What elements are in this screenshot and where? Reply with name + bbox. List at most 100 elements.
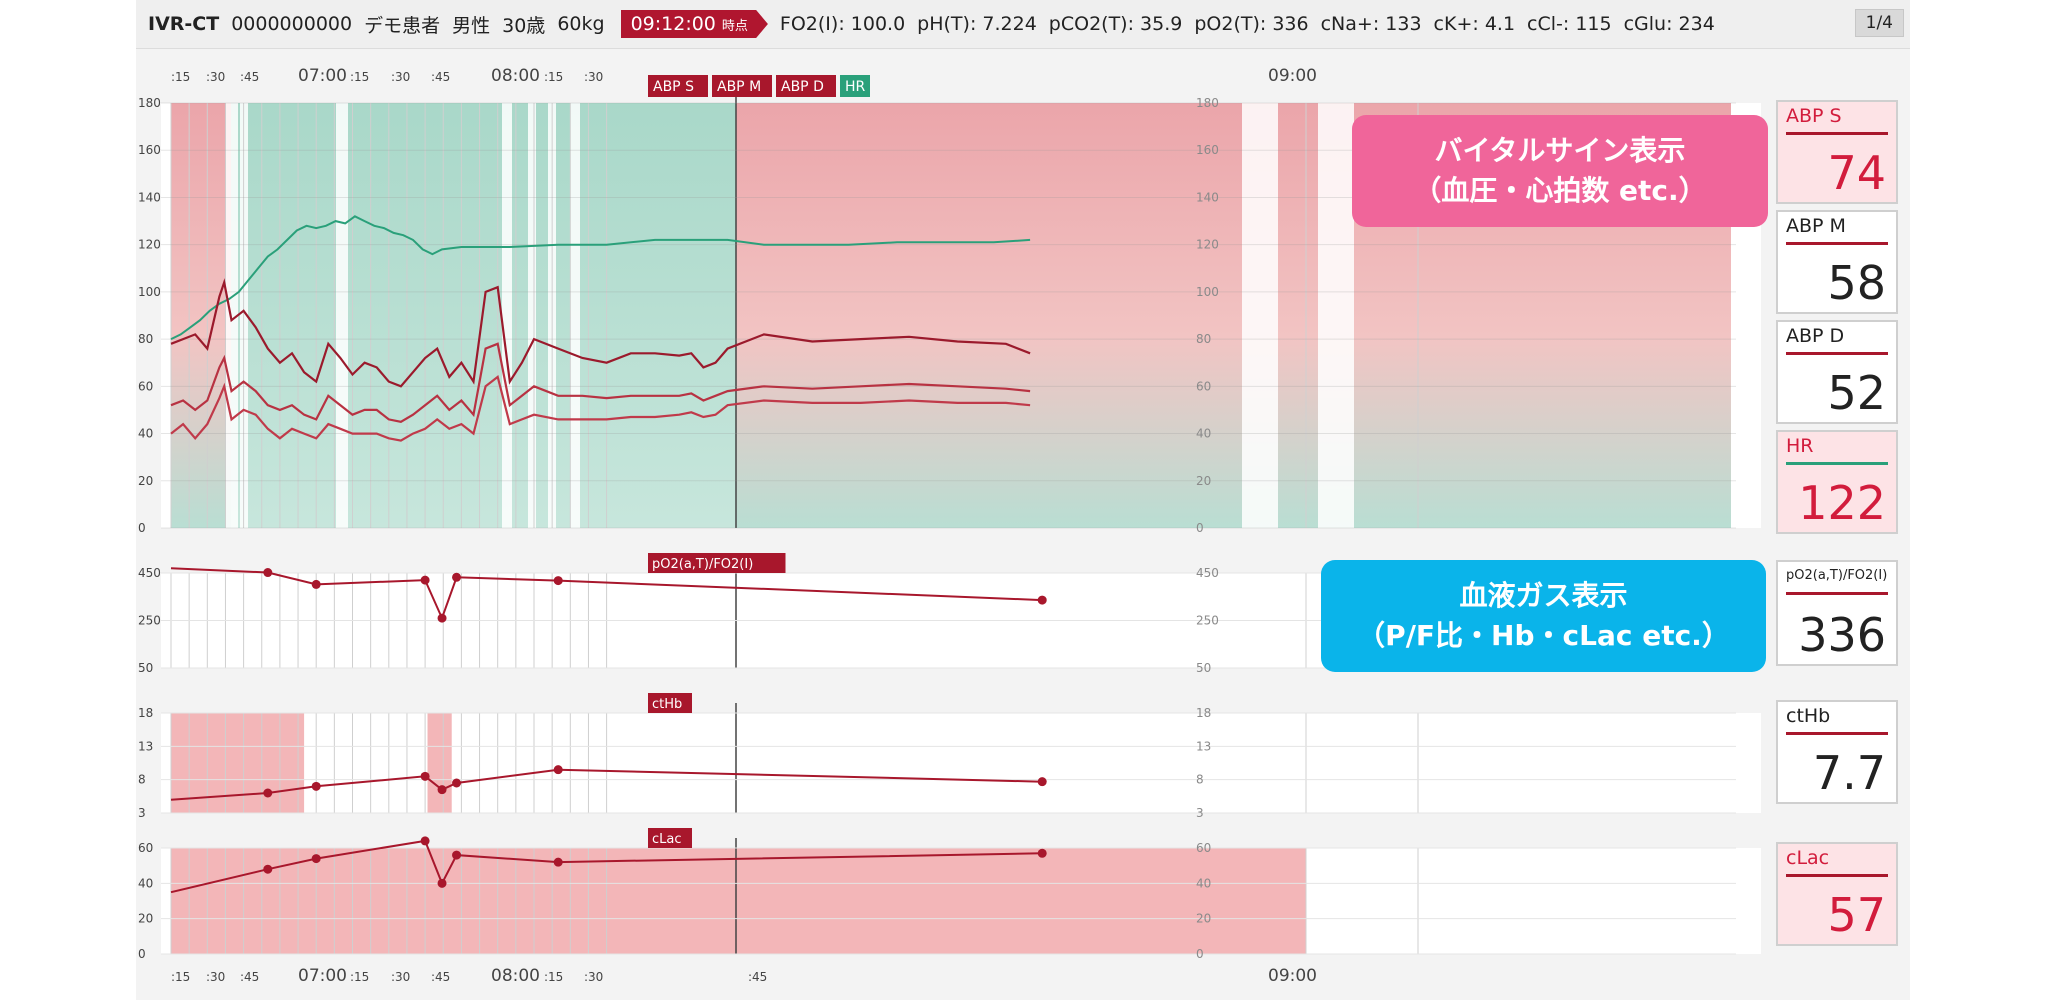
tile-value: 7.7 (1812, 746, 1886, 800)
time-tick-label: 07:00 (298, 966, 347, 986)
tile-abp-m[interactable]: ABP M 58 (1776, 210, 1898, 314)
lab-value: cGlu: 234 (1623, 13, 1715, 35)
data-point (437, 613, 447, 623)
time-tick-label: :15 (350, 970, 369, 984)
y-tick-label: 8 (1196, 773, 1204, 787)
patient-name: デモ患者 (364, 14, 441, 37)
time-tick-label: :45 (748, 970, 767, 984)
y-tick-label: 13 (138, 739, 153, 753)
callout-blood-gas: 血液ガス表示 （P/F比・Hb・cLac etc.） (1321, 560, 1766, 672)
lab-value: pO2(T): 336 (1194, 13, 1309, 35)
y-tick-label: 60 (1196, 841, 1211, 855)
y-tick-label: 13 (1196, 739, 1211, 753)
patient-weight: 60kg (557, 13, 605, 35)
time-tick-label: :15 (350, 70, 369, 84)
panel-2-background (161, 713, 1761, 813)
y-tick-label: 0 (138, 521, 146, 535)
data-gap-3 (502, 103, 512, 528)
y-tick-label: 120 (1196, 238, 1219, 252)
data-point (311, 854, 321, 864)
tile-color-bar (1786, 732, 1888, 735)
data-point (1037, 777, 1047, 787)
y-tick-label: 3 (1196, 806, 1204, 820)
tile-label: ABP S (1786, 105, 1842, 127)
y-tick-label: 120 (138, 238, 161, 252)
tile-label: HR (1786, 435, 1814, 457)
y-tick-label: 0 (1196, 521, 1204, 535)
y-tick-label: 18 (1196, 706, 1211, 720)
callout-gas-subtitle: （P/F比・Hb・cLac etc.） (1357, 619, 1730, 652)
y-tick-label: 180 (138, 96, 161, 110)
data-point (263, 864, 273, 874)
current-time-badge[interactable]: 09:12:00 時点 (620, 10, 768, 38)
y-tick-label: 180 (1196, 96, 1219, 110)
data-gap-8 (1318, 103, 1354, 528)
time-tick-label: :15 (171, 70, 190, 84)
y-tick-label: 20 (1196, 912, 1211, 926)
data-point (420, 836, 430, 846)
data-point (553, 765, 563, 775)
callout-gas-title: 血液ガス表示 (1459, 579, 1628, 612)
data-point (1037, 848, 1047, 858)
tile-label: pO2(a,T)/FO2(I) (1786, 568, 1888, 583)
data-point (311, 781, 321, 791)
y-tick-label: 50 (1196, 661, 1211, 675)
y-tick-label: 450 (138, 566, 161, 580)
data-point (553, 576, 563, 586)
data-point (420, 575, 430, 585)
tile-abp-s[interactable]: ABP S 74 (1776, 100, 1898, 204)
tile-cthb[interactable]: ctHb 7.7 (1776, 700, 1898, 804)
y-tick-label: 60 (138, 379, 153, 393)
tile-color-bar (1786, 592, 1888, 595)
legend-label: ABP M (717, 79, 761, 95)
y-tick-label: 0 (138, 947, 146, 961)
tile-color-bar (1786, 132, 1888, 135)
data-point (452, 850, 462, 860)
y-tick-label: 20 (138, 912, 153, 926)
y-tick-label: 3 (138, 806, 146, 820)
time-tick-label: :30 (391, 970, 410, 984)
time-tick-label: :30 (584, 70, 603, 84)
callout-vitals: バイタルサイン表示 （血圧・心拍数 etc.） (1352, 115, 1768, 227)
panel-title: cLac (652, 832, 682, 847)
y-tick-label: 50 (138, 661, 153, 675)
time-tick-label: 08:00 (491, 66, 540, 86)
time-tick-label: :45 (431, 70, 450, 84)
lab-value: pCO2(T): 35.9 (1048, 13, 1183, 35)
y-tick-label: 40 (1196, 876, 1211, 890)
tile-label: cLac (1786, 847, 1830, 869)
tile-hr[interactable]: HR 122 (1776, 430, 1898, 534)
lab-value: cK+: 4.1 (1433, 13, 1516, 35)
data-point (263, 788, 273, 798)
data-point (437, 878, 447, 888)
callout-vitals-subtitle: （血圧・心拍数 etc.） (1413, 174, 1707, 207)
cthb-alarm-band-1 (427, 713, 452, 813)
data-point (1037, 595, 1047, 605)
page-indicator-button[interactable]: 1/4 (1854, 9, 1904, 37)
system-name: IVR-CT (148, 13, 220, 35)
data-point (437, 785, 447, 795)
tile-clac[interactable]: cLac 57 (1776, 842, 1898, 946)
tile-value: 58 (1827, 256, 1886, 310)
data-gap-4 (528, 103, 536, 528)
time-tick-label: 07:00 (298, 66, 347, 86)
time-tick-label: :15 (544, 70, 563, 84)
time-tick-label: :30 (391, 70, 410, 84)
y-tick-label: 0 (1196, 947, 1204, 961)
legend-label: ABP D (781, 79, 824, 95)
tile-abp-d[interactable]: ABP D 52 (1776, 320, 1898, 424)
clac-alarm-band (171, 848, 1306, 954)
panel-title: pO2(a,T)/FO2(I) (652, 557, 753, 572)
lab-value: cNa+: 133 (1320, 13, 1422, 35)
monitor-app: IVR-CT 0000000000 デモ患者 男性 30歳 60kg 09:12… (136, 0, 1910, 1000)
tile-label: ABP D (1786, 325, 1845, 347)
data-point (452, 778, 462, 788)
time-tick-label: :45 (240, 970, 259, 984)
tile-color-bar (1786, 462, 1888, 465)
data-gap-2 (336, 103, 348, 528)
tile-pf-ratio[interactable]: pO2(a,T)/FO2(I) 336 (1776, 560, 1898, 666)
y-tick-label: 20 (1196, 474, 1211, 488)
y-tick-label: 18 (138, 706, 153, 720)
patient-sex: 男性 (452, 14, 491, 37)
y-tick-label: 40 (1196, 427, 1211, 441)
